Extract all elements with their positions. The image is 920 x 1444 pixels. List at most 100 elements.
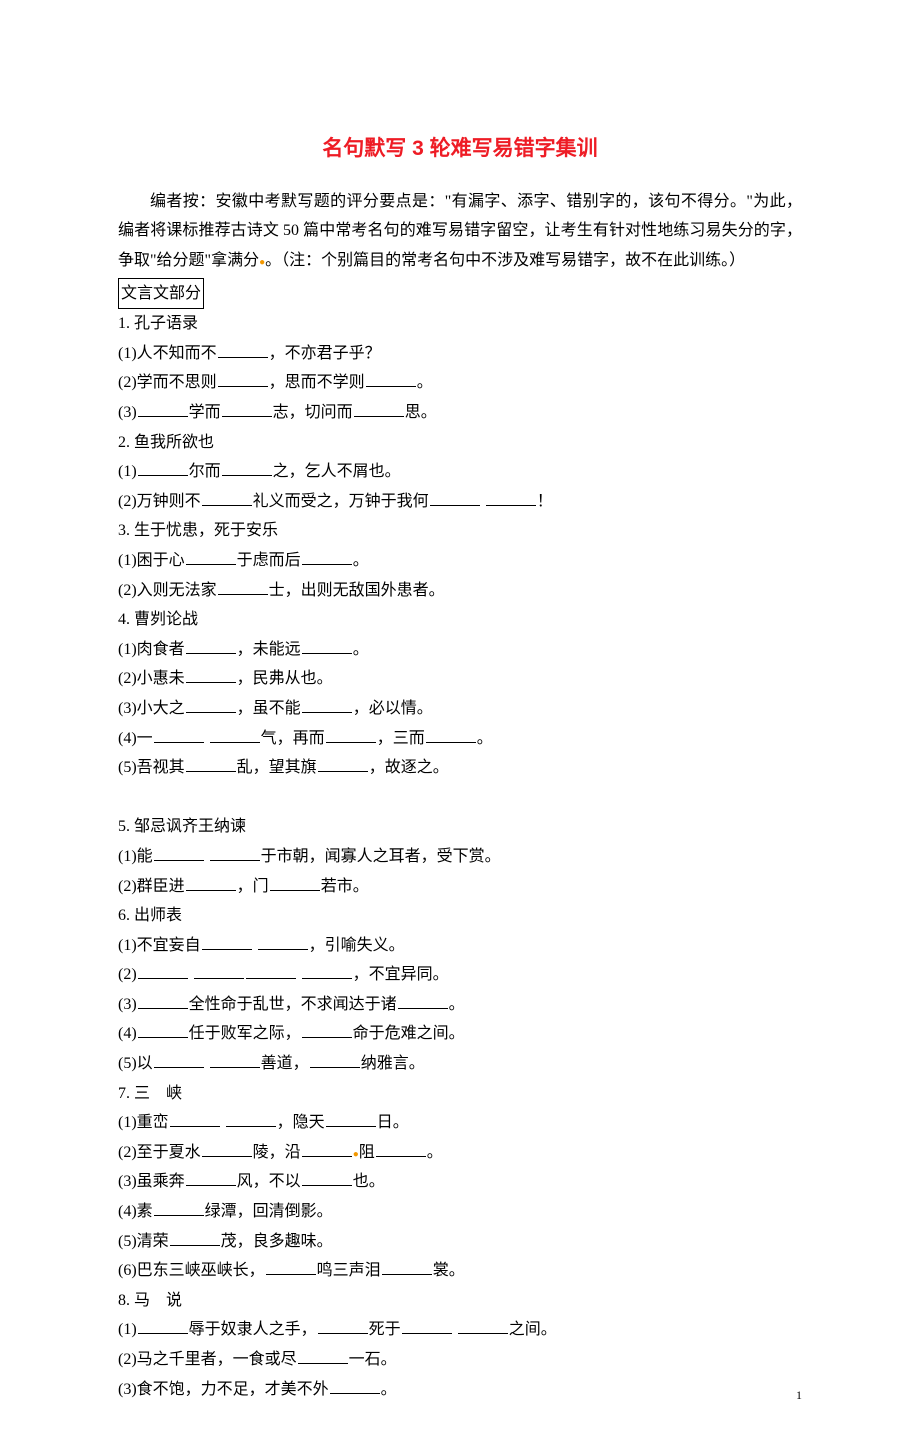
text-fragment: (2)至于夏水 xyxy=(118,1144,201,1161)
text-fragment: ，隐天 xyxy=(277,1114,325,1131)
fill-blank[interactable] xyxy=(186,667,236,683)
fill-blank[interactable] xyxy=(302,638,352,654)
fill-blank[interactable] xyxy=(170,1230,220,1246)
fill-blank[interactable] xyxy=(218,579,268,595)
fill-blank[interactable] xyxy=(186,697,236,713)
text-fragment: 也。 xyxy=(353,1173,385,1190)
text-fragment: ，引喻失义。 xyxy=(309,937,405,954)
text-fragment: 之，乞人不屑也。 xyxy=(273,463,401,480)
fill-blank[interactable] xyxy=(366,371,416,387)
question-line: (3)小大之，虽不能，必以情。 xyxy=(118,694,802,724)
fill-blank[interactable] xyxy=(302,1170,352,1186)
question-line: (2)小惠未，民弗从也。 xyxy=(118,664,802,694)
fill-blank[interactable] xyxy=(194,963,244,979)
fill-blank[interactable] xyxy=(154,1200,204,1216)
fill-blank[interactable] xyxy=(302,697,352,713)
fill-blank[interactable] xyxy=(218,371,268,387)
fill-blank[interactable] xyxy=(138,993,188,1009)
fill-blank[interactable] xyxy=(270,875,320,891)
fill-blank[interactable] xyxy=(318,756,368,772)
item-title: 8. 马 说 xyxy=(118,1286,802,1316)
page-title: 名句默写 3 轮难写易错字集训 xyxy=(118,130,802,169)
fill-blank[interactable] xyxy=(210,845,260,861)
fill-blank[interactable] xyxy=(210,1052,260,1068)
text-fragment: 礼义而受之，万钟于我何 xyxy=(253,493,429,510)
question-line: (1)肉食者，未能远。 xyxy=(118,635,802,665)
text-fragment: (2)小惠未 xyxy=(118,670,185,687)
fill-blank[interactable] xyxy=(138,460,188,476)
text-fragment: (1) xyxy=(118,463,137,480)
text-fragment: (3) xyxy=(118,404,137,421)
text-fragment: 日。 xyxy=(377,1114,409,1131)
fill-blank[interactable] xyxy=(186,638,236,654)
fill-blank[interactable] xyxy=(138,1022,188,1038)
fill-blank[interactable] xyxy=(258,934,308,950)
fill-blank[interactable] xyxy=(382,1259,432,1275)
question-line: (3)食不饱，力不足，才美不外。 xyxy=(118,1375,802,1405)
question-line: (2) ，不宜异同。 xyxy=(118,960,802,990)
fill-blank[interactable] xyxy=(202,1141,252,1157)
question-line: (2)学而不思则 ，思而不学则 。 xyxy=(118,368,802,398)
text-fragment: (1)能 xyxy=(118,848,153,865)
fill-blank[interactable] xyxy=(318,1318,368,1334)
fill-blank[interactable] xyxy=(218,342,268,358)
fill-blank[interactable] xyxy=(186,756,236,772)
fill-blank[interactable] xyxy=(138,1318,188,1334)
text-fragment: ，思而不学则 xyxy=(269,374,365,391)
fill-blank[interactable] xyxy=(398,993,448,1009)
fill-blank[interactable] xyxy=(376,1141,426,1157)
question-line: (6)巴东三峡巫峡长，鸣三声泪裳。 xyxy=(118,1256,802,1286)
fill-blank[interactable] xyxy=(330,1378,380,1394)
fill-blank[interactable] xyxy=(310,1052,360,1068)
text-fragment: ，故逐之。 xyxy=(369,759,449,776)
fill-blank[interactable] xyxy=(222,401,272,417)
fill-blank[interactable] xyxy=(154,727,204,743)
text-fragment: (2)学而不思则 xyxy=(118,374,217,391)
fill-blank[interactable] xyxy=(186,875,236,891)
fill-blank[interactable] xyxy=(226,1111,276,1127)
text-fragment: 志，切问而 xyxy=(273,404,353,421)
fill-blank[interactable] xyxy=(246,963,296,979)
fill-blank[interactable] xyxy=(266,1259,316,1275)
fill-blank[interactable] xyxy=(298,1348,348,1364)
fill-blank[interactable] xyxy=(222,460,272,476)
fill-blank[interactable] xyxy=(154,845,204,861)
fill-blank[interactable] xyxy=(202,934,252,950)
text-fragment: 。 xyxy=(353,552,369,569)
page-number: 1 xyxy=(796,1384,802,1406)
text-fragment: (2)入则无法家 xyxy=(118,582,217,599)
fill-blank[interactable] xyxy=(170,1111,220,1127)
question-line: (1)不宜妄自 ，引喻失义。 xyxy=(118,931,802,961)
fill-blank[interactable] xyxy=(326,727,376,743)
text-fragment: (2)群臣进 xyxy=(118,878,185,895)
text-fragment: (2)马之千里者，一食或尽 xyxy=(118,1351,297,1368)
text-fragment: ，三而 xyxy=(377,730,425,747)
fill-blank[interactable] xyxy=(402,1318,452,1334)
fill-blank[interactable] xyxy=(138,401,188,417)
fill-blank[interactable] xyxy=(426,727,476,743)
fill-blank[interactable] xyxy=(430,490,480,506)
text-fragment: (1)不宜妄自 xyxy=(118,937,201,954)
fill-blank[interactable] xyxy=(302,549,352,565)
fill-blank[interactable] xyxy=(458,1318,508,1334)
fill-blank[interactable] xyxy=(202,490,252,506)
fill-blank[interactable] xyxy=(354,401,404,417)
fill-blank[interactable] xyxy=(186,549,236,565)
text-fragment: 之间。 xyxy=(509,1321,557,1338)
text-fragment: (3)小大之 xyxy=(118,700,185,717)
intro-paragraph: 编者按：安徽中考默写题的评分要点是："有漏字、添字、错别字的，该句不得分。"为此… xyxy=(118,187,802,276)
fill-blank[interactable] xyxy=(186,1170,236,1186)
fill-blank[interactable] xyxy=(326,1111,376,1127)
text-fragment: 。 xyxy=(417,374,433,391)
fill-blank[interactable] xyxy=(302,1022,352,1038)
fill-blank[interactable] xyxy=(210,727,260,743)
question-line: (2)马之千里者，一食或尽一石。 xyxy=(118,1345,802,1375)
fill-blank[interactable] xyxy=(138,963,188,979)
fill-blank[interactable] xyxy=(486,490,536,506)
item-title: 7. 三 峡 xyxy=(118,1079,802,1109)
fill-blank[interactable] xyxy=(302,963,352,979)
fill-blank[interactable] xyxy=(154,1052,204,1068)
fill-blank[interactable] xyxy=(302,1141,352,1157)
question-line: (5)清荣茂，良多趣味。 xyxy=(118,1227,802,1257)
text-fragment: 尔而 xyxy=(189,463,221,480)
